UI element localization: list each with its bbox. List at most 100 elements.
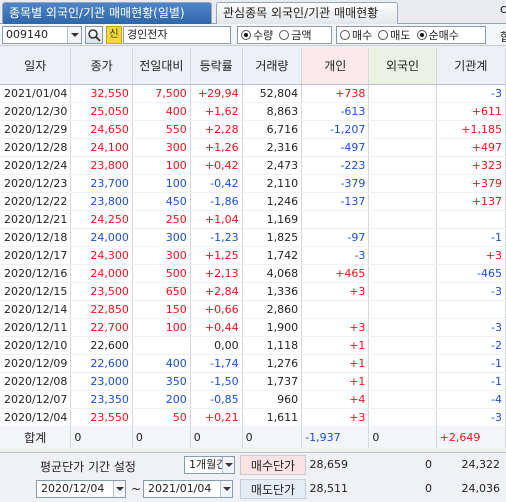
row-individual: +4 bbox=[301, 390, 370, 409]
row-rate: +1,25 bbox=[190, 246, 243, 265]
row-institution: -4 bbox=[436, 390, 506, 409]
table-row[interactable]: 2020/12/18 24,000 300 -1,23 1,825 -97 -1 bbox=[0, 228, 506, 247]
row-rate: -1,74 bbox=[190, 354, 243, 373]
row-individual: +3 bbox=[301, 408, 370, 427]
column-header-change[interactable]: 전일대비 bbox=[132, 48, 191, 85]
row-institution: -2 bbox=[436, 336, 506, 355]
table-row[interactable]: 2020/12/21 24,250 250 +1,04 1,169 bbox=[0, 210, 506, 229]
radio-dot-icon bbox=[378, 30, 389, 40]
row-volume: 1,276 bbox=[242, 354, 303, 373]
row-rate: +29,94 bbox=[190, 84, 243, 103]
row-foreign bbox=[368, 120, 437, 139]
column-header-individual[interactable]: 개인 bbox=[301, 48, 370, 85]
column-header-institution[interactable]: 기관계 bbox=[436, 48, 506, 85]
column-header-volume[interactable]: 거래량 bbox=[242, 48, 303, 85]
tab-overflow-char: c bbox=[500, 2, 506, 16]
row-institution bbox=[436, 300, 506, 319]
tab-daily-foreign-institution[interactable]: 종목별 외국인/기관 매매현황(일별) bbox=[2, 2, 212, 24]
row-date: 2020/12/28 bbox=[0, 138, 72, 157]
row-close: 24,100 bbox=[70, 138, 133, 157]
radio-buy[interactable]: 매수 bbox=[340, 27, 372, 43]
row-individual: +1 bbox=[301, 336, 370, 355]
stock-code-combobox[interactable]: 009140 bbox=[2, 26, 82, 44]
radio-net-buy[interactable]: 순매수 bbox=[416, 27, 459, 43]
row-individual: -97 bbox=[301, 228, 370, 247]
radio-quantity[interactable]: 수량 bbox=[241, 27, 273, 43]
row-individual: +3 bbox=[301, 318, 370, 337]
row-institution: -1 bbox=[436, 228, 506, 247]
row-change: 450 bbox=[132, 192, 191, 211]
row-individual: +1 bbox=[301, 354, 370, 373]
table-row[interactable]: 2020/12/15 23,500 650 +2,84 1,336 +3 -3 bbox=[0, 282, 506, 301]
row-volume: 4,068 bbox=[242, 264, 303, 283]
row-foreign bbox=[368, 354, 437, 373]
total-close: 0 bbox=[70, 425, 133, 448]
table-row[interactable]: 2021/01/04 32,550 7,500 +29,94 52,804 +738 -3 bbox=[0, 84, 506, 103]
table-row[interactable]: 2020/12/16 24,000 500 +2,13 4,068 +465 -465 bbox=[0, 264, 506, 283]
column-header-rate[interactable]: 등락률 bbox=[190, 48, 243, 85]
row-close: 23,350 bbox=[70, 390, 133, 409]
row-close: 23,700 bbox=[70, 174, 133, 193]
row-foreign bbox=[368, 336, 437, 355]
table-row[interactable]: 2020/12/28 24,100 300 +1,26 2,316 -497 +497 bbox=[0, 138, 506, 157]
table-row[interactable]: 2020/12/22 23,800 450 -1,86 1,246 -137 +137 bbox=[0, 192, 506, 211]
total-label: 합계 bbox=[0, 425, 72, 448]
chevron-down-icon[interactable] bbox=[67, 27, 81, 43]
row-change: 400 bbox=[132, 102, 191, 121]
table-row[interactable]: 2020/12/04 23,550 50 +0,21 1,611 +3 -3 bbox=[0, 408, 506, 427]
trading-table: 일자 종가 전일대비 등락률 거래량 개인 외국인 기관계 2021/01/04… bbox=[0, 48, 506, 448]
radio-dot-icon bbox=[416, 30, 427, 40]
row-foreign bbox=[368, 138, 437, 157]
start-date-field[interactable]: 2020/12/04 bbox=[36, 480, 126, 498]
row-rate: -1,23 bbox=[190, 228, 243, 247]
row-date: 2020/12/11 bbox=[0, 318, 72, 337]
row-close: 23,000 bbox=[70, 372, 133, 391]
table-row[interactable]: 2020/12/10 22,600 0,00 1,118 +1 -2 bbox=[0, 336, 506, 355]
column-header-foreign[interactable]: 외국인 bbox=[368, 48, 437, 85]
table-row[interactable]: 2020/12/23 23,700 100 -0,42 2,110 -379 +379 bbox=[0, 174, 506, 193]
row-volume: 1,118 bbox=[242, 336, 303, 355]
row-volume: 2,110 bbox=[242, 174, 303, 193]
row-change: 250 bbox=[132, 210, 191, 229]
row-institution: +379 bbox=[436, 174, 506, 193]
search-button[interactable] bbox=[85, 26, 103, 44]
row-volume: 52,804 bbox=[242, 84, 303, 103]
row-institution: -465 bbox=[436, 264, 506, 283]
row-change: 300 bbox=[132, 228, 191, 247]
row-foreign bbox=[368, 390, 437, 409]
row-date: 2020/12/17 bbox=[0, 246, 72, 265]
row-date: 2020/12/08 bbox=[0, 372, 72, 391]
calendar-dropdown-icon[interactable] bbox=[220, 481, 232, 497]
table-row[interactable]: 2020/12/09 22,600 400 -1,74 1,276 +1 -1 bbox=[0, 354, 506, 373]
row-change: 150 bbox=[132, 300, 191, 319]
radio-amount[interactable]: 금액 bbox=[279, 27, 312, 43]
row-change: 100 bbox=[132, 318, 191, 337]
total-row: 합계 0 0 0 0 -1,937 0 +2,649 bbox=[0, 425, 506, 448]
row-individual: +738 bbox=[301, 84, 370, 103]
tab-watchlist-foreign-institution[interactable]: 관심종목 외국인/기관 매매현황 bbox=[216, 2, 398, 24]
table-row[interactable]: 2020/12/17 24,300 300 +1,25 1,742 -3 +3 bbox=[0, 246, 506, 265]
radio-sell[interactable]: 매도 bbox=[378, 27, 411, 43]
column-header-date[interactable]: 일자 bbox=[0, 48, 72, 85]
row-change: 400 bbox=[132, 354, 191, 373]
table-row[interactable]: 2020/12/08 23,000 350 -1,50 1,737 +1 -1 bbox=[0, 372, 506, 391]
row-close: 23,550 bbox=[70, 408, 133, 427]
chevron-down-icon[interactable] bbox=[222, 457, 234, 473]
period-select[interactable]: 1개월간 bbox=[184, 456, 235, 474]
end-date-field[interactable]: 2021/01/04 bbox=[143, 480, 233, 498]
table-row[interactable]: 2020/12/29 24,650 550 +2,28 6,716 -1,207 +1,18… bbox=[0, 120, 506, 139]
table-row[interactable]: 2020/12/30 25,050 400 +1,62 8,863 -613 +611 bbox=[0, 102, 506, 121]
total-rate: 0 bbox=[190, 425, 243, 448]
row-close: 23,800 bbox=[70, 192, 133, 211]
row-rate: -0,42 bbox=[190, 174, 243, 193]
table-row[interactable]: 2020/12/07 23,350 200 -0,85 960 +4 -4 bbox=[0, 390, 506, 409]
row-change: 650 bbox=[132, 282, 191, 301]
table-row[interactable]: 2020/12/11 22,700 100 +0,44 1,900 +3 -3 bbox=[0, 318, 506, 337]
row-rate: +2,13 bbox=[190, 264, 243, 283]
table-row[interactable]: 2020/12/24 23,800 100 +0,42 2,473 -223 +323 bbox=[0, 156, 506, 175]
table-row[interactable]: 2020/12/14 22,850 150 +0,66 2,860 bbox=[0, 300, 506, 319]
calendar-dropdown-icon[interactable] bbox=[113, 481, 125, 497]
row-individual: -223 bbox=[301, 156, 370, 175]
column-header-close[interactable]: 종가 bbox=[70, 48, 133, 85]
row-change: 100 bbox=[132, 156, 191, 175]
